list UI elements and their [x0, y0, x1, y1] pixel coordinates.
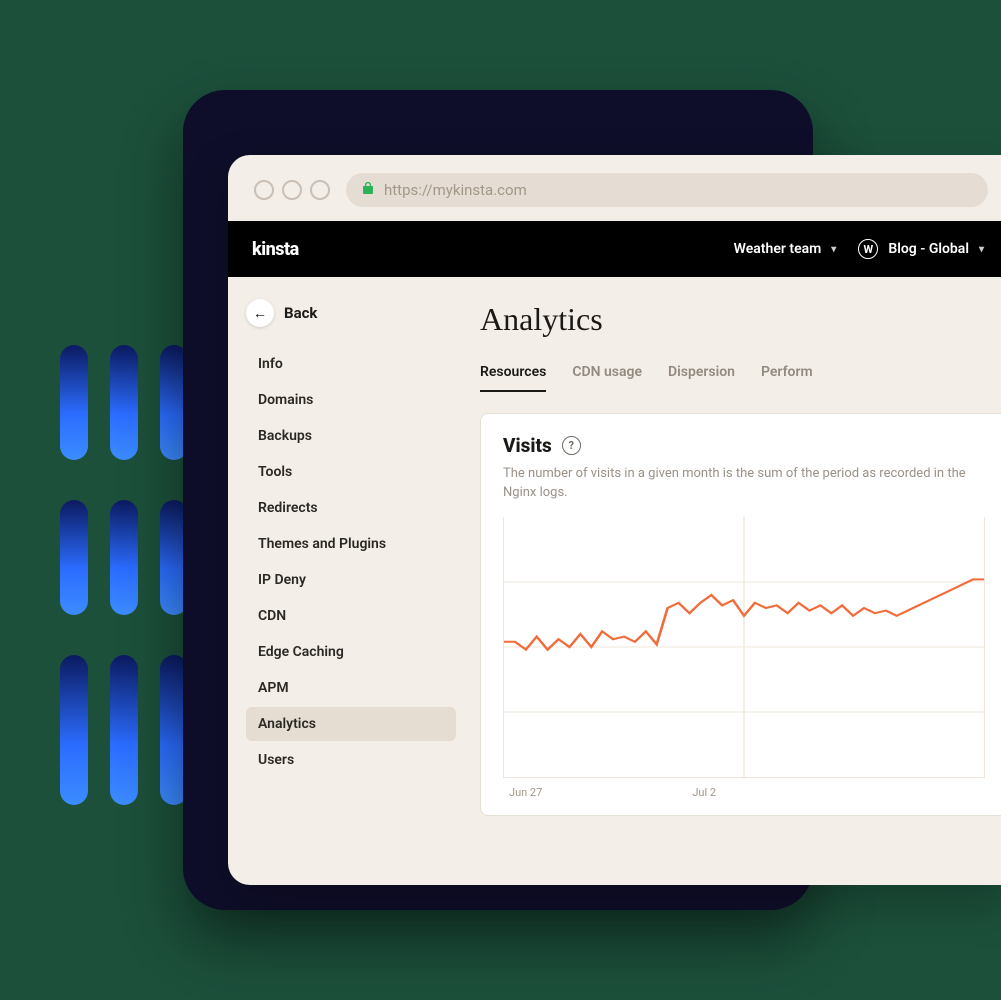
- decorative-bar: [60, 655, 88, 805]
- sidebar-menu: InfoDomainsBackupsToolsRedirectsThemes a…: [246, 347, 456, 777]
- url-text: https://mykinsta.com: [384, 181, 527, 199]
- sidebar-item-users[interactable]: Users: [246, 743, 456, 777]
- main-content: Analytics Resources CDN usage Dispersion Pe…: [468, 277, 1001, 885]
- traffic-light-icon: [282, 180, 302, 200]
- tab-perform[interactable]: Perform: [761, 364, 813, 392]
- tab-bar: Resources CDN usage Dispersion Perform: [480, 364, 1001, 393]
- panel-title: Visits: [503, 434, 552, 457]
- decorative-bar: [60, 345, 88, 460]
- back-label: Back: [284, 304, 317, 322]
- visits-chart: [503, 517, 985, 778]
- tab-dispersion[interactable]: Dispersion: [668, 364, 735, 392]
- x-tick: Jul 2: [692, 786, 716, 799]
- sidebar-item-edge-caching[interactable]: Edge Caching: [246, 635, 456, 669]
- visits-panel: Visits ? The number of visits in a given…: [480, 413, 1001, 816]
- tab-resources[interactable]: Resources: [480, 364, 546, 392]
- chevron-down-icon: ▾: [979, 244, 984, 255]
- back-row[interactable]: ← Back: [246, 299, 456, 327]
- traffic-light-icon: [310, 180, 330, 200]
- traffic-lights: [254, 180, 330, 200]
- brand-logo: kinsta: [252, 239, 299, 260]
- traffic-light-icon: [254, 180, 274, 200]
- sidebar-item-apm[interactable]: APM: [246, 671, 456, 705]
- sidebar-item-domains[interactable]: Domains: [246, 383, 456, 417]
- page-title: Analytics: [480, 301, 1001, 338]
- decorative-bar: [110, 500, 138, 615]
- sidebar-item-backups[interactable]: Backups: [246, 419, 456, 453]
- sidebar: ← Back InfoDomainsBackupsToolsRedirectsT…: [228, 277, 468, 885]
- browser-window: https://mykinsta.com kinsta Weather team…: [228, 155, 1001, 885]
- back-arrow-icon: ←: [246, 299, 274, 327]
- sidebar-item-info[interactable]: Info: [246, 347, 456, 381]
- decorative-bar: [110, 655, 138, 805]
- sidebar-item-cdn[interactable]: CDN: [246, 599, 456, 633]
- top-nav: kinsta Weather team ▾ W Blog - Global ▾: [228, 221, 1001, 277]
- sidebar-item-tools[interactable]: Tools: [246, 455, 456, 489]
- address-bar[interactable]: https://mykinsta.com: [346, 173, 988, 207]
- chevron-down-icon: ▾: [831, 244, 836, 255]
- sidebar-item-redirects[interactable]: Redirects: [246, 491, 456, 525]
- sidebar-item-analytics[interactable]: Analytics: [246, 707, 456, 741]
- lock-icon: [362, 181, 374, 199]
- sidebar-item-themes-and-plugins[interactable]: Themes and Plugins: [246, 527, 456, 561]
- decorative-bar: [110, 345, 138, 460]
- team-selector[interactable]: Weather team ▾: [734, 241, 837, 257]
- help-icon[interactable]: ?: [562, 436, 581, 455]
- decorative-bar: [60, 500, 88, 615]
- site-selector[interactable]: W Blog - Global ▾: [858, 239, 984, 259]
- sidebar-item-ip-deny[interactable]: IP Deny: [246, 563, 456, 597]
- team-selector-label: Weather team: [734, 241, 822, 257]
- tab-cdn-usage[interactable]: CDN usage: [572, 364, 642, 392]
- panel-description: The number of visits in a given month is…: [503, 465, 985, 503]
- wordpress-icon: W: [858, 239, 878, 259]
- site-selector-label: Blog - Global: [888, 241, 969, 257]
- browser-chrome: https://mykinsta.com: [228, 155, 1001, 221]
- chart-x-labels: Jun 27 Jul 2: [503, 778, 985, 803]
- x-tick: Jun 27: [509, 786, 542, 799]
